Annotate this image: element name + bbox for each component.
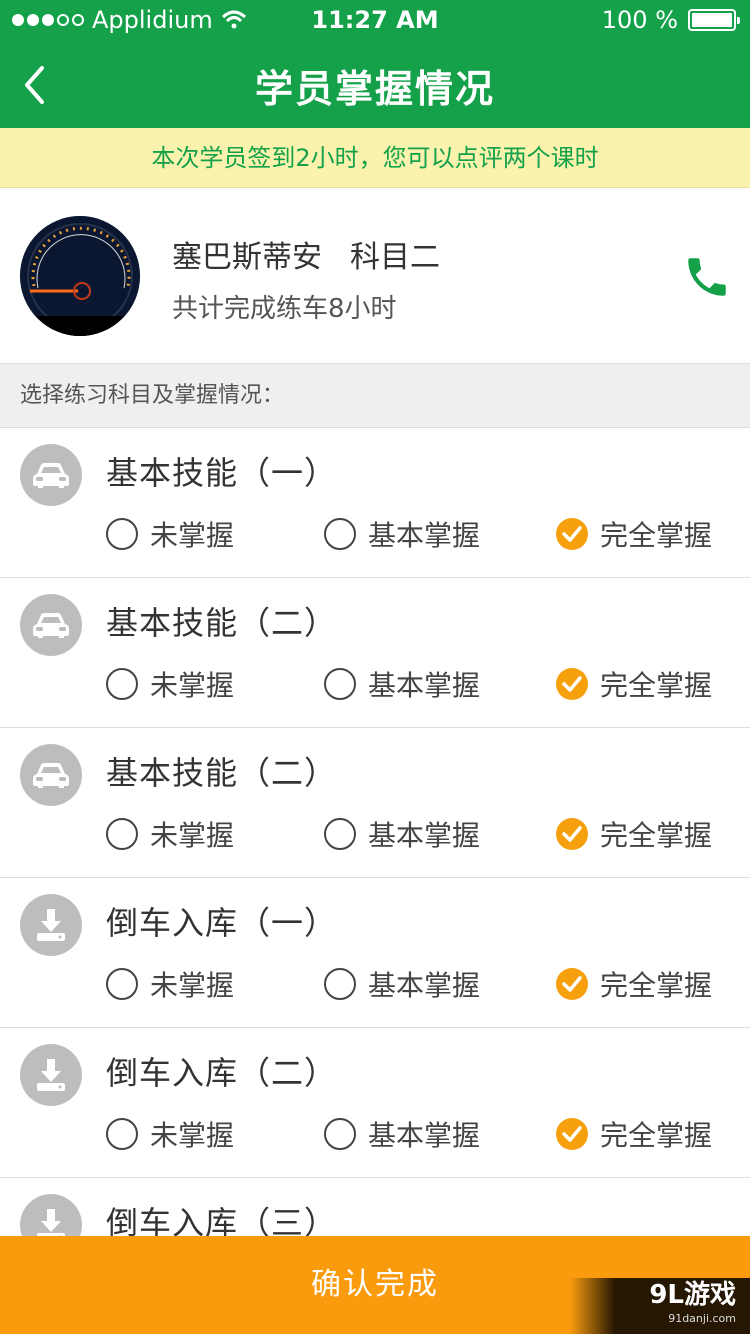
radio-icon[interactable] (324, 1118, 356, 1150)
download-icon (20, 1044, 82, 1106)
radio-checked-icon[interactable] (556, 668, 588, 700)
option-label: 完全掌握 (600, 969, 713, 1002)
option-label: 基本掌握 (368, 519, 481, 552)
battery-label: 100 % (601, 6, 678, 34)
option-basic[interactable]: 基本掌握 (324, 514, 480, 554)
radio-icon[interactable] (324, 668, 356, 700)
watermark-main: 9L游戏 (649, 1280, 736, 1310)
status-right: 100 % (601, 6, 740, 34)
avatar[interactable] (20, 216, 140, 336)
student-name-line: 塞巴斯蒂安 科目二 (172, 232, 440, 276)
option-full[interactable]: 完全掌握 (556, 514, 712, 554)
battery-icon (688, 9, 740, 31)
radio-icon[interactable] (106, 518, 138, 550)
status-bar: Applidium 11:27 AM 100 % (0, 0, 750, 40)
option-full[interactable]: 完全掌握 (556, 664, 712, 704)
option-not-mastered[interactable]: 未掌握 (106, 964, 234, 1004)
student-hours: 共计完成练车8小时 (172, 294, 397, 324)
radio-icon[interactable] (324, 968, 356, 1000)
option-label: 未掌握 (150, 969, 235, 1002)
option-not-mastered[interactable]: 未掌握 (106, 814, 234, 854)
option-label: 未掌握 (150, 669, 235, 702)
download-icon (20, 894, 82, 956)
header: Applidium 11:27 AM 100 % 学员掌握情况 (0, 0, 750, 128)
call-button[interactable] (682, 252, 732, 302)
option-label: 基本掌握 (368, 1119, 481, 1152)
skill-title: 倒车入库（二） (106, 1054, 338, 1092)
option-label: 基本掌握 (368, 819, 481, 852)
option-label: 完全掌握 (600, 669, 713, 702)
phone-icon (688, 258, 726, 296)
student-subject: 科目二 (350, 240, 440, 275)
skill-title: 基本技能（二） (106, 754, 338, 792)
radio-icon[interactable] (106, 668, 138, 700)
car-icon (20, 594, 82, 656)
radio-checked-icon[interactable] (556, 818, 588, 850)
option-label: 未掌握 (150, 819, 235, 852)
option-full[interactable]: 完全掌握 (556, 1114, 712, 1154)
speedometer-icon (20, 216, 140, 336)
option-label: 完全掌握 (600, 1119, 713, 1152)
skill-item: 倒车入库（二） 未掌握 基本掌握 完全掌握 (0, 1028, 750, 1178)
notice-banner: 本次学员签到2小时，您可以点评两个课时 (0, 128, 750, 188)
option-label: 完全掌握 (600, 819, 713, 852)
watermark: 9L游戏 91danji.com (570, 1278, 750, 1334)
skill-item: 倒车入库（一） 未掌握 基本掌握 完全掌握 (0, 878, 750, 1028)
option-not-mastered[interactable]: 未掌握 (106, 664, 234, 704)
skill-title: 基本技能（二） (106, 604, 338, 642)
option-label: 完全掌握 (600, 519, 713, 552)
section-label: 选择练习科目及掌握情况： (0, 364, 750, 428)
option-label: 未掌握 (150, 519, 235, 552)
option-not-mastered[interactable]: 未掌握 (106, 1114, 234, 1154)
option-basic[interactable]: 基本掌握 (324, 814, 480, 854)
radio-checked-icon[interactable] (556, 968, 588, 1000)
skill-title: 基本技能（一） (106, 454, 338, 492)
car-icon (20, 444, 82, 506)
skill-title: 倒车入库（一） (106, 904, 338, 942)
radio-icon[interactable] (106, 1118, 138, 1150)
radio-checked-icon[interactable] (556, 1118, 588, 1150)
student-card: 塞巴斯蒂安 科目二 共计完成练车8小时 (0, 188, 750, 364)
skill-item: 基本技能（一） 未掌握 基本掌握 完全掌握 (0, 428, 750, 578)
option-label: 基本掌握 (368, 969, 481, 1002)
radio-icon[interactable] (106, 968, 138, 1000)
option-basic[interactable]: 基本掌握 (324, 964, 480, 1004)
radio-icon[interactable] (106, 818, 138, 850)
page-title: 学员掌握情况 (254, 67, 495, 111)
car-icon (20, 744, 82, 806)
radio-icon[interactable] (324, 818, 356, 850)
option-full[interactable]: 完全掌握 (556, 964, 712, 1004)
option-label: 基本掌握 (368, 669, 481, 702)
skill-item: 基本技能（二） 未掌握 基本掌握 完全掌握 (0, 578, 750, 728)
watermark-sub: 91danji.com (668, 1312, 736, 1325)
option-basic[interactable]: 基本掌握 (324, 1114, 480, 1154)
radio-icon[interactable] (324, 518, 356, 550)
option-full[interactable]: 完全掌握 (556, 814, 712, 854)
option-not-mastered[interactable]: 未掌握 (106, 514, 234, 554)
skill-item: 基本技能（二） 未掌握 基本掌握 完全掌握 (0, 728, 750, 878)
option-label: 未掌握 (150, 1119, 235, 1152)
student-name: 塞巴斯蒂安 (172, 240, 322, 275)
radio-checked-icon[interactable] (556, 518, 588, 550)
option-basic[interactable]: 基本掌握 (324, 664, 480, 704)
